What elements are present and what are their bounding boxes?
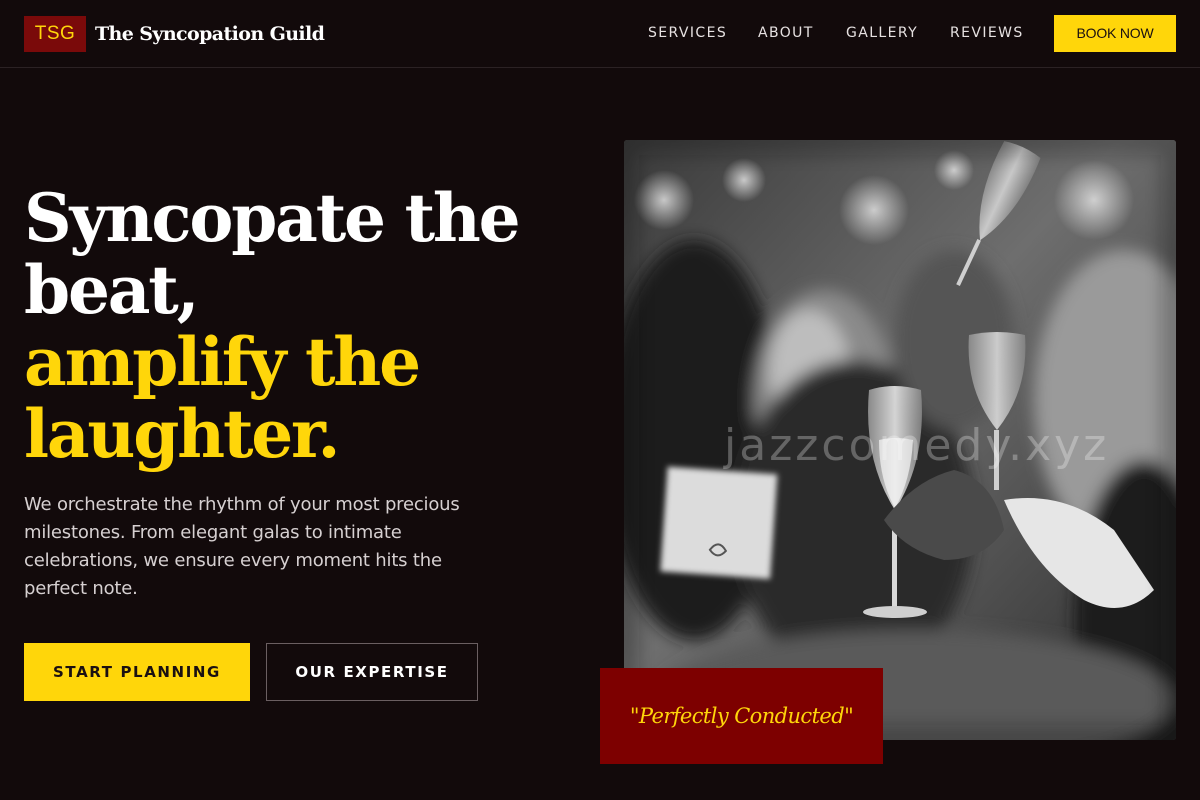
hero-title-line-2: beat, (24, 251, 200, 329)
hero-photo: jazzcomedy.xyz (624, 140, 1176, 740)
hero-title-line-4: laughter. (24, 395, 341, 473)
quote-badge: "Perfectly Conducted" (600, 668, 883, 764)
nav-link-reviews[interactable]: REVIEWS (950, 22, 1024, 44)
logo-badge[interactable]: TSG (24, 16, 86, 52)
brand-name[interactable]: The Syncopation Guild (95, 19, 325, 49)
our-expertise-button[interactable]: OUR EXPERTISE (266, 643, 478, 701)
site-header: TSG The Syncopation Guild SERVICES ABOUT… (0, 0, 1200, 68)
nav-link-about[interactable]: ABOUT (758, 22, 814, 44)
nav-link-gallery[interactable]: GALLERY (846, 22, 918, 44)
hero-title-line-3: amplify the (24, 323, 421, 401)
hero-description: We orchestrate the rhythm of your most p… (24, 494, 460, 599)
start-planning-button[interactable]: START PLANNING (24, 643, 250, 701)
hero-title: Syncopate the beat, amplify the laughter… (24, 182, 564, 470)
toast-scene-illustration (624, 140, 1176, 740)
nav-link-services[interactable]: SERVICES (648, 22, 727, 44)
hero-title-line-1: Syncopate the (24, 179, 521, 257)
book-now-button[interactable]: BOOK NOW (1054, 15, 1176, 52)
